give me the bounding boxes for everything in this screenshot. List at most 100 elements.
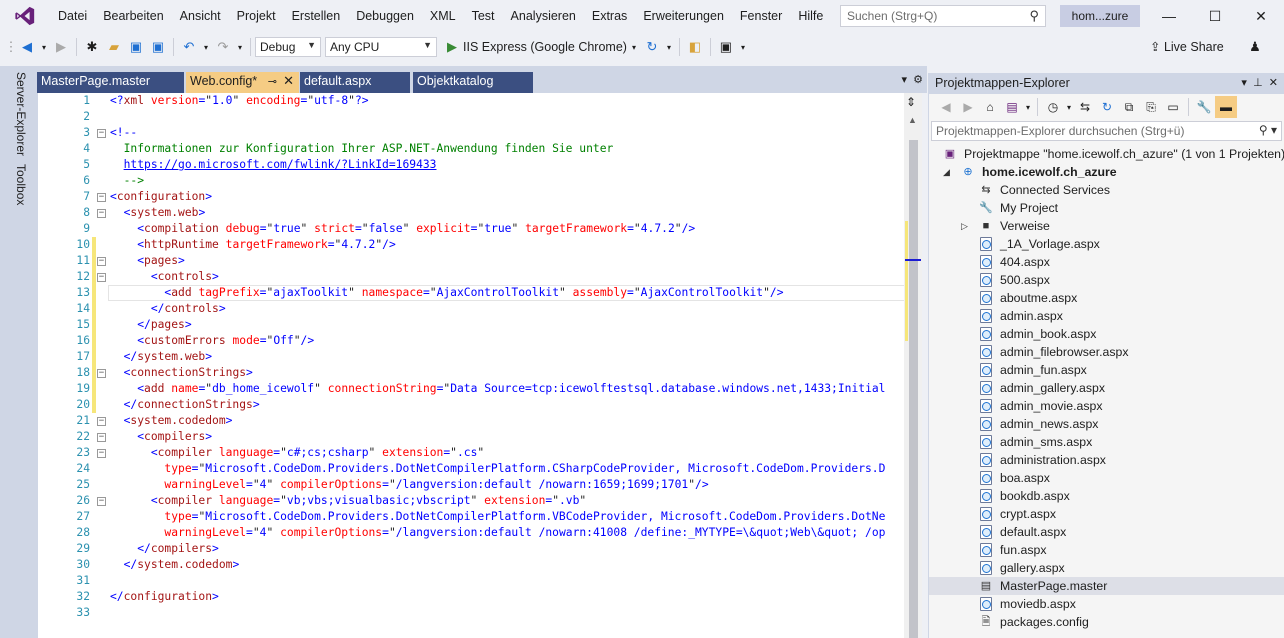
visual-studio-logo-icon[interactable]: [0, 0, 50, 32]
panel-dropdown-icon[interactable]: ▾: [1241, 77, 1247, 89]
tab-web-config[interactable]: Web.config* ⊸ ✕: [186, 72, 299, 93]
filter-dropdown-icon[interactable]: ▾: [1064, 96, 1074, 118]
tab-default-aspx[interactable]: default.aspx: [300, 72, 410, 93]
code-line[interactable]: 3− <!--: [52, 125, 926, 141]
fold-toggle-icon[interactable]: −: [97, 193, 106, 202]
code-line[interactable]: 30 </system.codedom>: [52, 557, 926, 573]
tree-item[interactable]: 🗎 packages.config: [929, 613, 1284, 631]
code-line[interactable]: 2: [52, 109, 926, 125]
code-line[interactable]: 28 warningLevel="4" compilerOptions="/la…: [52, 525, 926, 541]
code-line[interactable]: 20 </connectionStrings>: [52, 397, 926, 413]
undo-icon[interactable]: ↶: [178, 36, 200, 58]
code-line[interactable]: 18− <connectionStrings>: [52, 365, 926, 381]
open-folder-icon[interactable]: ▰: [103, 36, 125, 58]
search-input[interactable]: Suchen (Strg+Q) ⚲: [840, 5, 1046, 27]
refresh-icon[interactable]: ↻: [1096, 96, 1118, 118]
menu-ansicht[interactable]: Ansicht: [172, 0, 229, 32]
code-editor[interactable]: 1 <?xml version="1.0" encoding="utf-8"?> 2…: [37, 93, 922, 638]
tree-item[interactable]: admin_book.aspx: [929, 325, 1284, 343]
code-line[interactable]: 5 https://go.microsoft.com/fwlink/?LinkI…: [52, 157, 926, 173]
fold-toggle-icon[interactable]: −: [97, 273, 106, 282]
platform-select[interactable]: Any CPU ▼: [325, 37, 437, 57]
code-line[interactable]: 11− <pages>: [52, 253, 926, 269]
menu-fenster[interactable]: Fenster: [732, 0, 790, 32]
properties-wrench-icon[interactable]: 🔧: [1193, 96, 1215, 118]
menu-test[interactable]: Test: [464, 0, 503, 32]
tree-item[interactable]: 🔧 My Project: [929, 199, 1284, 217]
code-line[interactable]: 26− <compiler language="vb;vbs;visualbas…: [52, 493, 926, 509]
menu-extras[interactable]: Extras: [584, 0, 635, 32]
feedback-icon[interactable]: ♟: [1244, 36, 1266, 58]
expand-arrow-icon[interactable]: ▷: [961, 217, 968, 235]
tree-item[interactable]: _1A_Vorlage.aspx: [929, 235, 1284, 253]
code-line[interactable]: 25 warningLevel="4" compilerOptions="/la…: [52, 477, 926, 493]
tree-item[interactable]: bookdb.aspx: [929, 487, 1284, 505]
tree-item[interactable]: default.aspx: [929, 523, 1284, 541]
menu-erstellen[interactable]: Erstellen: [284, 0, 349, 32]
tree-item[interactable]: fun.aspx: [929, 541, 1284, 559]
tree-item[interactable]: 404.aspx: [929, 253, 1284, 271]
navigate-forward-icon[interactable]: ▶: [50, 36, 72, 58]
code-line[interactable]: 10 <httpRuntime targetFramework="4.7.2"/…: [52, 237, 926, 253]
fold-toggle-icon[interactable]: −: [97, 497, 106, 506]
tree-item[interactable]: ▤ MasterPage.master: [929, 577, 1284, 595]
back-dropdown-icon[interactable]: ▾: [38, 36, 50, 58]
code-line[interactable]: 27 type="Microsoft.CodeDom.Providers.Dot…: [52, 509, 926, 525]
tree-item[interactable]: ▷ ■ Verweise: [929, 217, 1284, 235]
preview-selected-icon[interactable]: ▬: [1215, 96, 1237, 118]
switch-views-dropdown-icon[interactable]: ▾: [1023, 96, 1033, 118]
code-line[interactable]: 16 <customErrors mode="Off"/>: [52, 333, 926, 349]
fold-toggle-icon[interactable]: −: [97, 449, 106, 458]
project-node[interactable]: ◢ ⊕ home.icewolf.ch_azure: [929, 163, 1284, 181]
code-line[interactable]: 29 </compilers>: [52, 541, 926, 557]
tab-masterpage[interactable]: MasterPage.master: [37, 72, 184, 93]
code-line[interactable]: 13 <add tagPrefix="ajaxToolkit" namespac…: [52, 285, 926, 301]
menu-erweiterungen[interactable]: Erweiterungen: [635, 0, 732, 32]
menu-datei[interactable]: Datei: [50, 0, 95, 32]
close-tab-icon[interactable]: ✕: [283, 73, 294, 89]
maximize-icon[interactable]: ☐: [1192, 0, 1238, 32]
toolbar-overflow-icon[interactable]: ▾: [737, 36, 749, 58]
gear-icon[interactable]: ⚙: [913, 74, 923, 86]
run-target-dropdown-icon[interactable]: ▾: [627, 36, 641, 58]
code-line[interactable]: 19 <add name="db_home_icewolf" connectio…: [52, 381, 926, 397]
menu-projekt[interactable]: Projekt: [229, 0, 284, 32]
tree-item[interactable]: moviedb.aspx: [929, 595, 1284, 613]
tree-item[interactable]: admin_movie.aspx: [929, 397, 1284, 415]
tree-item[interactable]: gallery.aspx: [929, 559, 1284, 577]
tree-item[interactable]: admin_gallery.aspx: [929, 379, 1284, 397]
solution-node[interactable]: ▣ Projektmappe "home.icewolf.ch_azure" (…: [929, 145, 1284, 163]
run-target-button[interactable]: IIS Express (Google Chrome): [463, 36, 627, 58]
pin-icon[interactable]: ⊸: [268, 75, 277, 88]
home-icon[interactable]: ⌂: [979, 96, 1001, 118]
fold-toggle-icon[interactable]: −: [97, 433, 106, 442]
browser-link-icon[interactable]: ◧: [684, 36, 706, 58]
code-line[interactable]: 31: [52, 573, 926, 589]
tree-item[interactable]: admin_sms.aspx: [929, 433, 1284, 451]
new-project-icon[interactable]: ✱: [81, 36, 103, 58]
code-line[interactable]: 6 -->: [52, 173, 926, 189]
code-line[interactable]: 1 <?xml version="1.0" encoding="utf-8"?>: [52, 93, 926, 109]
collapse-arrow-icon[interactable]: ◢: [943, 163, 950, 181]
tree-item[interactable]: admin_news.aspx: [929, 415, 1284, 433]
fold-toggle-icon[interactable]: −: [97, 257, 106, 266]
solution-name-badge[interactable]: hom...zure: [1060, 5, 1140, 27]
code-line[interactable]: 8− <system.web>: [52, 205, 926, 221]
pin-icon[interactable]: ⊥: [1253, 77, 1263, 89]
redo-icon[interactable]: ↷: [212, 36, 234, 58]
menu-analysieren[interactable]: Analysieren: [503, 0, 584, 32]
code-line[interactable]: 9 <compilation debug="true" strict="fals…: [52, 221, 926, 237]
tree-item[interactable]: 500.aspx: [929, 271, 1284, 289]
solution-explorer-search-input[interactable]: Projektmappen-Explorer durchsuchen (Strg…: [931, 121, 1282, 141]
navigate-back-icon[interactable]: ◀: [16, 36, 38, 58]
split-window-icon[interactable]: ⇕: [906, 95, 916, 109]
code-line[interactable]: 17 </system.web>: [52, 349, 926, 365]
minimize-icon[interactable]: —: [1146, 0, 1192, 32]
switch-views-icon[interactable]: ▤: [1001, 96, 1023, 118]
fold-toggle-icon[interactable]: −: [97, 369, 106, 378]
code-line[interactable]: 32 </configuration>: [52, 589, 926, 605]
tab-object-browser[interactable]: Objektkatalog: [413, 72, 533, 93]
scrollbar-thumb[interactable]: [909, 140, 918, 638]
live-share-button[interactable]: ⇪ Live Share: [1150, 32, 1224, 62]
undo-dropdown-icon[interactable]: ▾: [200, 36, 212, 58]
